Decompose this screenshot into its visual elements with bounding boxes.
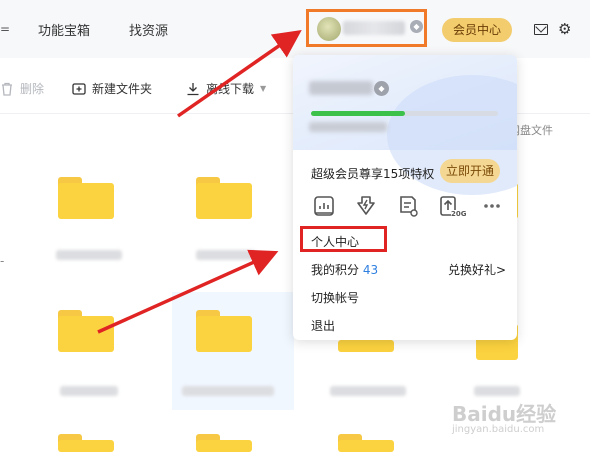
report-icon[interactable]	[312, 194, 336, 218]
add-folder-icon	[72, 82, 86, 96]
more-icon[interactable]	[480, 194, 504, 218]
folder-name-blurred	[182, 386, 274, 396]
folder-icon[interactable]	[58, 177, 114, 219]
folder-name-blurred	[60, 386, 118, 396]
download-icon	[186, 82, 200, 96]
upload-badge: 20G	[451, 210, 467, 218]
folder-name-blurred	[56, 250, 122, 260]
personal-center-highlight	[300, 226, 387, 252]
account-dropdown: ◆ 超级会员尊享15项特权 立即开通 20G 个人中心 我的积分 43 兑换好礼…	[293, 55, 517, 340]
new-folder-button[interactable]: 新建文件夹	[72, 80, 152, 97]
fast-download-icon[interactable]	[354, 194, 378, 218]
offline-download-label: 离线下载	[206, 82, 255, 96]
mail-icon[interactable]	[534, 24, 548, 35]
folder-icon[interactable]	[338, 434, 394, 452]
vip-promo-text: 超级会员尊享15项特权	[311, 167, 435, 181]
points-label: 我的积分	[311, 263, 360, 277]
offline-download-button[interactable]: 离线下载 ▼	[186, 80, 266, 97]
storage-quota-blurred	[309, 122, 387, 132]
nav-item-find-resources[interactable]: 找资源	[129, 20, 168, 39]
dropdown-username-blurred	[309, 81, 373, 95]
open-vip-button[interactable]: 立即开通	[440, 159, 500, 183]
my-points-item[interactable]: 我的积分 43	[311, 261, 378, 278]
username-blurred	[343, 21, 405, 35]
folder-icon[interactable]	[58, 434, 114, 452]
trash-icon	[0, 82, 14, 96]
vip-center-button[interactable]: 会员中心	[442, 18, 512, 42]
chevron-down-icon: ▼	[260, 84, 267, 93]
vip-diamond-icon: ◆	[374, 81, 389, 96]
points-value: 43	[362, 263, 379, 277]
folder-icon[interactable]	[338, 340, 394, 352]
top-nav: = 功能宝箱 找资源 ◆ 会员中心 ⚙	[0, 0, 590, 58]
storage-progress-fill	[311, 111, 405, 116]
nav-item-toolbox[interactable]: 功能宝箱	[38, 20, 90, 39]
row-edge-mark: -	[0, 254, 5, 268]
folder-icon[interactable]	[196, 434, 252, 452]
storage-progress-bar	[311, 111, 498, 116]
logout-item[interactable]: 退出	[311, 317, 335, 334]
folder-icon[interactable]	[58, 310, 114, 352]
watermark: Baidu经验	[452, 402, 557, 426]
folder-icon[interactable]	[196, 310, 252, 352]
delete-label: 删除	[20, 82, 45, 96]
folder-icon[interactable]	[196, 177, 252, 219]
folder-name-blurred	[330, 386, 406, 396]
gear-icon[interactable]: ⚙	[558, 22, 573, 37]
upload-20g-icon[interactable]: 20G	[438, 194, 467, 218]
redeem-gifts-link[interactable]: 兑换好礼>	[448, 261, 506, 278]
doc-convert-icon[interactable]	[396, 194, 420, 218]
user-account-button[interactable]: ◆	[306, 9, 427, 47]
avatar	[317, 17, 341, 41]
account-header	[293, 55, 517, 195]
folder-name-blurred	[196, 250, 256, 260]
watermark-sub: jingyan.baidu.com	[452, 424, 545, 435]
switch-account-item[interactable]: 切换帐号	[311, 289, 359, 306]
vip-diamond-icon: ◆	[410, 20, 423, 33]
delete-button[interactable]: 删除	[0, 80, 44, 97]
folder-name-blurred	[474, 386, 520, 396]
new-folder-label: 新建文件夹	[92, 82, 153, 96]
nav-edge-glyph: =	[0, 22, 11, 36]
